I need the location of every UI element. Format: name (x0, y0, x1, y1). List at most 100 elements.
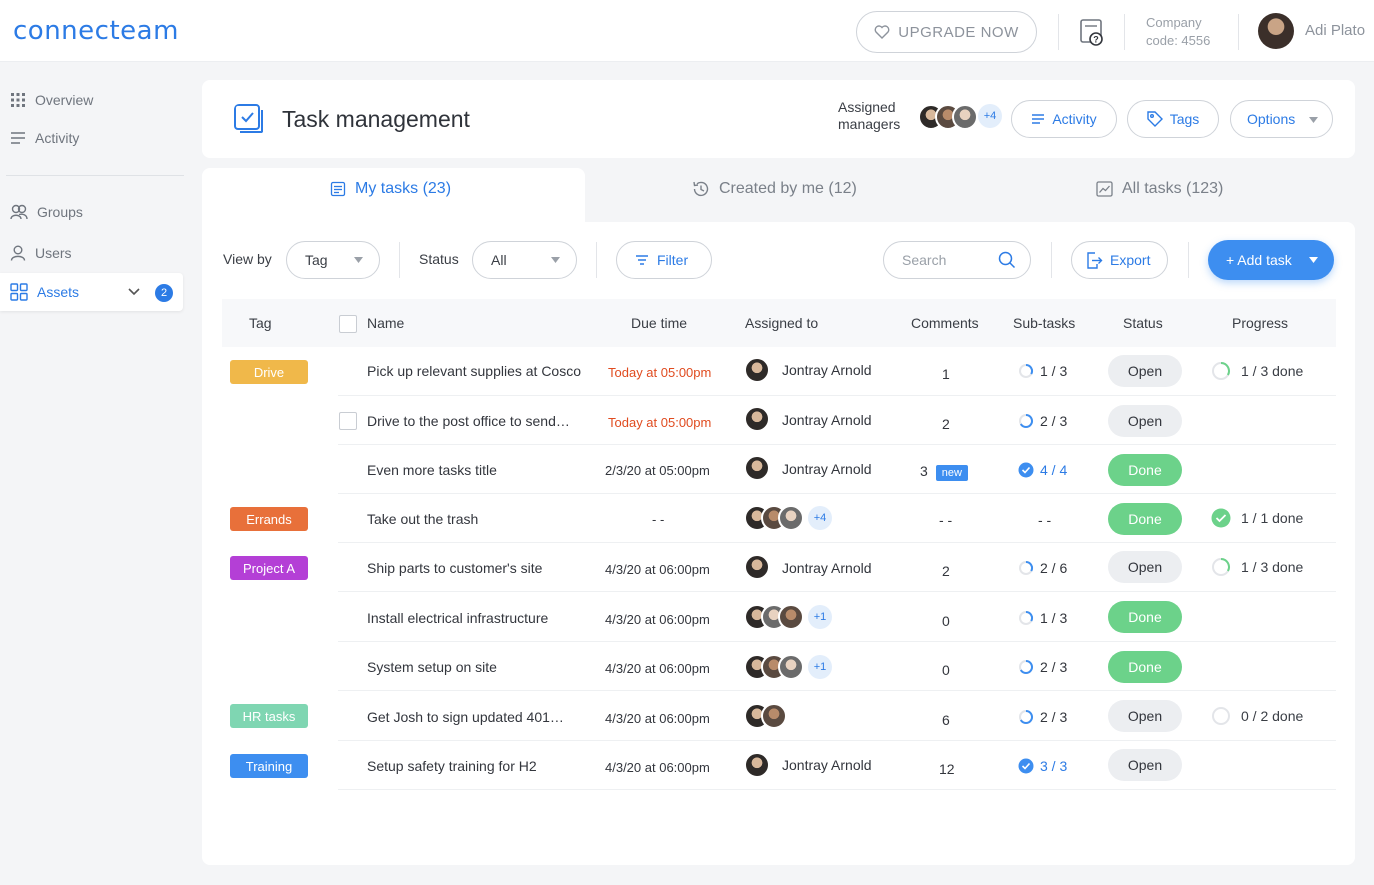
task-name[interactable]: System setup on site (367, 659, 497, 675)
subtasks[interactable]: 2 / 6 (1018, 560, 1067, 576)
search-input[interactable]: Search (883, 241, 1031, 279)
assignee[interactable] (744, 406, 770, 432)
assigned-label: Assigned (838, 99, 896, 115)
status-badge[interactable]: Done (1108, 454, 1182, 486)
assignee[interactable] (744, 554, 770, 580)
sidebar-item-users[interactable]: Users (0, 234, 183, 272)
task-name[interactable]: Pick up relevant supplies at Cosco (367, 363, 581, 379)
comments-count[interactable]: 0 (942, 662, 950, 678)
select-all-checkbox[interactable] (339, 315, 357, 333)
divider (399, 242, 400, 278)
tab-all-tasks[interactable]: All tasks (123) (1096, 180, 1223, 198)
caret-down-icon[interactable] (1309, 257, 1318, 263)
task-name[interactable]: Even more tasks title (367, 462, 497, 478)
column-header-name[interactable]: Name (367, 315, 404, 331)
lines-icon (1032, 114, 1045, 124)
task-name[interactable]: Drive to the post office to send… (367, 413, 570, 429)
top-bar: connecteam UPGRADE NOW ? Company code: 4… (0, 0, 1374, 62)
table-row[interactable] (338, 494, 1336, 543)
assignees[interactable]: +1 (744, 654, 832, 680)
column-header-comments[interactable]: Comments (911, 315, 979, 331)
tag-project-a[interactable]: Project A (230, 556, 308, 580)
tag-drive[interactable]: Drive (230, 360, 308, 384)
column-header-assigned-to[interactable]: Assigned to (745, 315, 818, 331)
user-name[interactable]: Adi Plato (1305, 22, 1365, 39)
status-badge[interactable]: Open (1108, 749, 1182, 781)
subtasks[interactable]: 2 / 3 (1018, 659, 1067, 675)
subtasks[interactable]: 1 / 3 (1018, 610, 1067, 626)
column-header-status[interactable]: Status (1123, 315, 1163, 331)
status-badge[interactable]: Open (1108, 355, 1182, 387)
tab-my-tasks[interactable]: My tasks (23) (330, 180, 451, 198)
add-task-button[interactable]: + Add task (1208, 240, 1334, 280)
sidebar-item-overview[interactable]: Overview (0, 81, 183, 119)
subtasks[interactable]: 2 / 3 (1018, 413, 1067, 429)
status-badge[interactable]: Open (1108, 700, 1182, 732)
status-badge[interactable]: Done (1108, 503, 1182, 535)
filter-button[interactable]: Filter (616, 241, 712, 279)
export-button[interactable]: Export (1071, 241, 1168, 279)
column-header-due-time[interactable]: Due time (631, 315, 687, 331)
tab-created-by-me[interactable]: Created by me (12) (692, 180, 857, 198)
comments-count[interactable]: 2 (942, 563, 950, 579)
task-name[interactable]: Setup safety training for H2 (367, 758, 537, 774)
manager-avatars[interactable]: +4 (918, 104, 1002, 130)
more-managers-badge[interactable]: +4 (978, 104, 1002, 128)
user-avatar[interactable] (1258, 13, 1294, 49)
more-assignees-badge[interactable]: +1 (808, 605, 832, 629)
assignees[interactable]: +4 (744, 505, 832, 531)
assignee[interactable] (744, 455, 770, 481)
task-name[interactable]: Take out the trash (367, 511, 478, 527)
options-dropdown[interactable]: Options (1230, 100, 1333, 138)
comments-count[interactable]: - - (939, 512, 952, 528)
subtasks[interactable]: 1 / 3 (1018, 363, 1067, 379)
comments-count[interactable]: 12 (939, 761, 955, 777)
row-checkbox[interactable] (339, 412, 357, 430)
subtasks[interactable]: 3 / 3 (1018, 758, 1067, 774)
due-time: 4/3/20 at 06:00pm (605, 760, 710, 775)
task-name[interactable]: Get Josh to sign updated 401… (367, 709, 564, 725)
status-badge[interactable]: Done (1108, 651, 1182, 683)
assigned-managers-label: Assigned managers (838, 99, 900, 133)
subtasks[interactable]: 2 / 3 (1018, 709, 1067, 725)
connecteam-logo[interactable]: connecteam (13, 16, 179, 46)
comments-count[interactable]: 2 (942, 416, 950, 432)
comments-count[interactable]: 0 (942, 613, 950, 629)
tags-button[interactable]: Tags (1127, 100, 1219, 138)
assignee-name: Jontray Arnold (782, 757, 872, 773)
more-assignees-badge[interactable]: +4 (808, 506, 832, 530)
status-badge[interactable]: Open (1108, 405, 1182, 437)
more-assignees-badge[interactable]: +1 (808, 655, 832, 679)
sidebar-item-activity[interactable]: Activity (0, 119, 183, 157)
upgrade-now-button[interactable]: UPGRADE NOW (856, 11, 1037, 53)
chevron-down-icon[interactable] (128, 288, 140, 296)
status-select[interactable]: All (472, 241, 577, 279)
sidebar-item-assets[interactable]: Assets 2 (0, 273, 183, 311)
progress-ring-icon (1212, 558, 1230, 576)
help-center-icon[interactable]: ? (1079, 17, 1105, 47)
due-time: Today at 05:00pm (608, 415, 712, 430)
comments-count[interactable]: 3 new (920, 463, 968, 481)
assignee[interactable] (744, 752, 770, 778)
status-badge[interactable]: Done (1108, 601, 1182, 633)
progress: 1 / 1 done (1211, 508, 1303, 528)
task-name[interactable]: Ship parts to customer's site (367, 560, 542, 576)
column-header-progress[interactable]: Progress (1232, 315, 1288, 331)
assignees[interactable] (744, 703, 787, 729)
comments-count[interactable]: 6 (942, 712, 950, 728)
column-header-tag[interactable]: Tag (249, 315, 272, 331)
comments-count[interactable]: 1 (942, 366, 950, 382)
tag-hr-tasks[interactable]: HR tasks (230, 704, 308, 728)
activity-button[interactable]: Activity (1011, 100, 1117, 138)
tag-training[interactable]: Training (230, 754, 308, 778)
column-header-subtasks[interactable]: Sub-tasks (1013, 315, 1075, 331)
view-by-select[interactable]: Tag (286, 241, 380, 279)
view-by-value: Tag (305, 252, 328, 268)
status-badge[interactable]: Open (1108, 551, 1182, 583)
sidebar-item-groups[interactable]: Groups (0, 193, 183, 231)
tag-errands[interactable]: Errands (230, 507, 308, 531)
task-name[interactable]: Install electrical infrastructure (367, 610, 548, 626)
assignee[interactable] (744, 357, 770, 383)
subtasks[interactable]: 4 / 4 (1018, 462, 1067, 478)
assignees[interactable]: +1 (744, 604, 832, 630)
